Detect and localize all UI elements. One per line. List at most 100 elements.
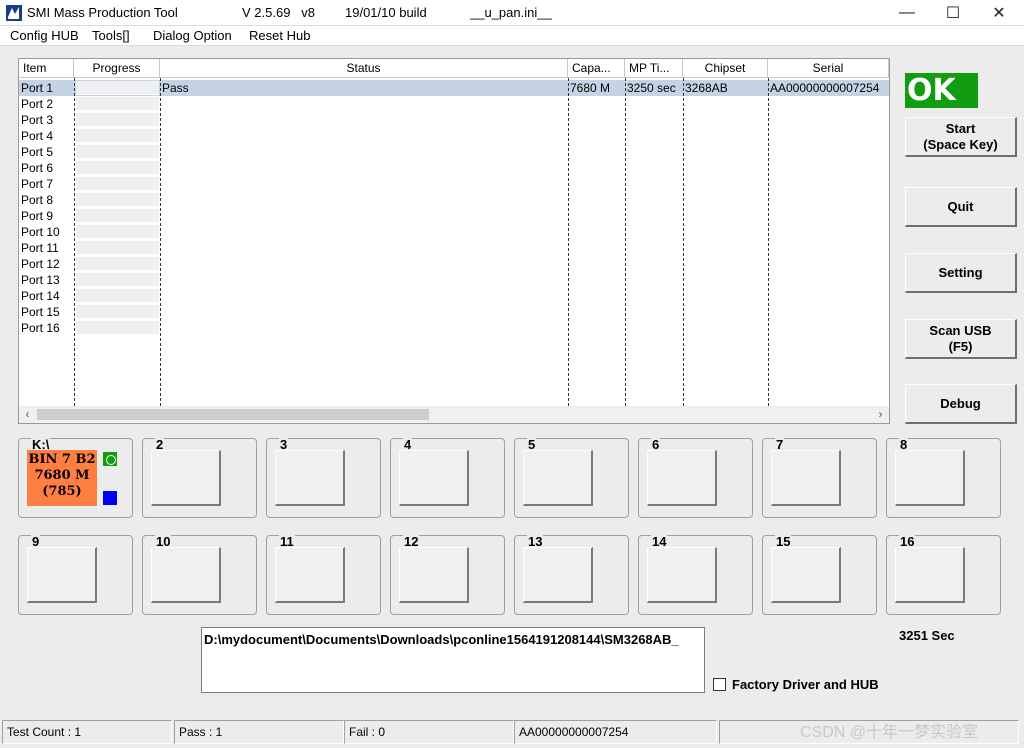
port-status-box[interactable] [151,450,221,506]
port-panel: 11 [266,534,381,615]
port-row-label[interactable]: Port 4 [21,128,53,144]
port-row-label[interactable]: Port 14 [21,288,60,304]
port-status-box[interactable] [275,450,345,506]
factory-driver-label[interactable]: Factory Driver and HUB [732,677,879,692]
path-field[interactable]: D:\mydocument\Documents\Downloads\pconli… [201,627,705,693]
port-panel: 14 [638,534,753,615]
progress-cell [76,321,159,335]
bin-capacity: 7680 M [34,468,90,483]
setting-button[interactable]: Setting [905,253,1017,293]
start-button-label: Start [945,120,976,136]
port-1-bin-result[interactable]: BIN 7 B2 7680 M (785) [27,450,97,506]
port-status-box[interactable] [771,450,841,506]
start-button[interactable]: Start (Space Key) [905,117,1017,157]
port-row-label[interactable]: Port 1 [21,80,53,96]
port-row-label[interactable]: Port 10 [21,224,60,240]
col-header-progress[interactable]: Progress [74,59,160,78]
port-row-label[interactable]: Port 9 [21,208,53,224]
port-status-box[interactable] [399,450,469,506]
scan-usb-hint: (F5) [948,338,973,354]
scroll-left-icon[interactable]: ‹ [19,406,36,423]
maximize-button[interactable]: ☐ [930,0,976,26]
port-status-box[interactable] [151,547,221,603]
status-serial: AA00000000007254 [514,720,717,744]
port-list-view[interactable]: Item Progress Status Capa... MP Ti... Ch… [18,58,890,424]
col-header-item[interactable]: Item [19,59,74,78]
progress-cell [76,273,159,287]
col-divider [768,78,769,406]
status-pass: Pass : 1 [174,720,344,744]
port-status-box[interactable] [275,547,345,603]
port-row-label[interactable]: Port 6 [21,160,53,176]
col-divider [160,78,161,406]
progress-cell [76,289,159,303]
port-status-box[interactable] [895,450,965,506]
port-row-label[interactable]: Port 5 [21,144,53,160]
quit-button-label: Quit [947,198,974,214]
col-header-capacity[interactable]: Capa... [568,59,625,78]
port-row-label[interactable]: Port 3 [21,112,53,128]
app-icon [6,5,22,21]
row1-serial: AA00000000007254 [770,81,880,95]
progress-cell [76,97,159,111]
menu-tools[interactable]: Tools[] [92,28,130,43]
status-led-green-icon [103,452,117,466]
quit-button[interactable]: Quit [905,187,1017,227]
port-panel: 12 [390,534,505,615]
port-panel: 16 [886,534,1001,615]
col-divider [683,78,684,406]
port-panel: 10 [142,534,257,615]
debug-button-label: Debug [940,395,981,411]
bin-code: (785) [42,484,82,499]
app-version: V 2.5.69 v8 [242,5,315,20]
progress-cell [76,145,159,159]
port-status-box[interactable] [27,547,97,603]
port-status-box[interactable] [771,547,841,603]
col-divider [568,78,569,406]
port-panel: 7 [762,437,877,518]
port-row-label[interactable]: Port 11 [21,240,59,256]
col-header-chipset[interactable]: Chipset [683,59,768,78]
status-fail: Fail : 0 [344,720,514,744]
col-header-mp-time[interactable]: MP Ti... [625,59,683,78]
scroll-thumb[interactable] [37,409,429,420]
factory-driver-checkbox[interactable] [713,678,726,691]
port-row-label[interactable]: Port 16 [21,320,60,336]
menu-dialog-option[interactable]: Dialog Option [153,28,232,43]
menu-config-hub[interactable]: Config HUB [10,28,79,43]
progress-cell [76,209,159,223]
close-button[interactable]: ✕ [976,0,1022,26]
scan-usb-label: Scan USB [929,322,992,338]
port-status-box[interactable] [895,547,965,603]
row1-capacity: 7680 M [570,81,611,95]
port-row-label[interactable]: Port 2 [21,96,53,112]
status-test-count: Test Count : 1 [2,720,172,744]
port-status-box[interactable] [647,547,717,603]
port-row-label[interactable]: Port 13 [21,272,60,288]
port-status-box[interactable] [523,547,593,603]
col-header-status[interactable]: Status [160,59,568,78]
port-row-label[interactable]: Port 12 [21,256,60,272]
port-status-box[interactable] [399,547,469,603]
col-header-serial[interactable]: Serial [768,59,889,78]
minimize-button[interactable]: — [884,0,930,26]
port-row-label[interactable]: Port 15 [21,304,60,320]
scroll-right-icon[interactable]: › [872,406,889,423]
horizontal-scrollbar[interactable]: ‹ › [19,406,889,423]
debug-button[interactable]: Debug [905,384,1017,424]
port-row-label[interactable]: Port 7 [21,176,53,192]
port-row-label[interactable]: Port 8 [21,192,53,208]
close-icon: ✕ [992,5,1006,22]
progress-cell [76,81,159,95]
port-status-box[interactable] [523,450,593,506]
result-ok-badge: OK [905,73,978,108]
row1-mp-time: 3250 sec [627,81,676,95]
progress-cell [76,193,159,207]
progress-cell [76,225,159,239]
minimize-icon: — [899,4,915,21]
progress-cell [76,129,159,143]
scan-usb-button[interactable]: Scan USB (F5) [905,319,1017,359]
app-title: SMI Mass Production Tool [27,5,178,20]
port-status-box[interactable] [647,450,717,506]
menu-reset-hub[interactable]: Reset Hub [249,28,310,43]
